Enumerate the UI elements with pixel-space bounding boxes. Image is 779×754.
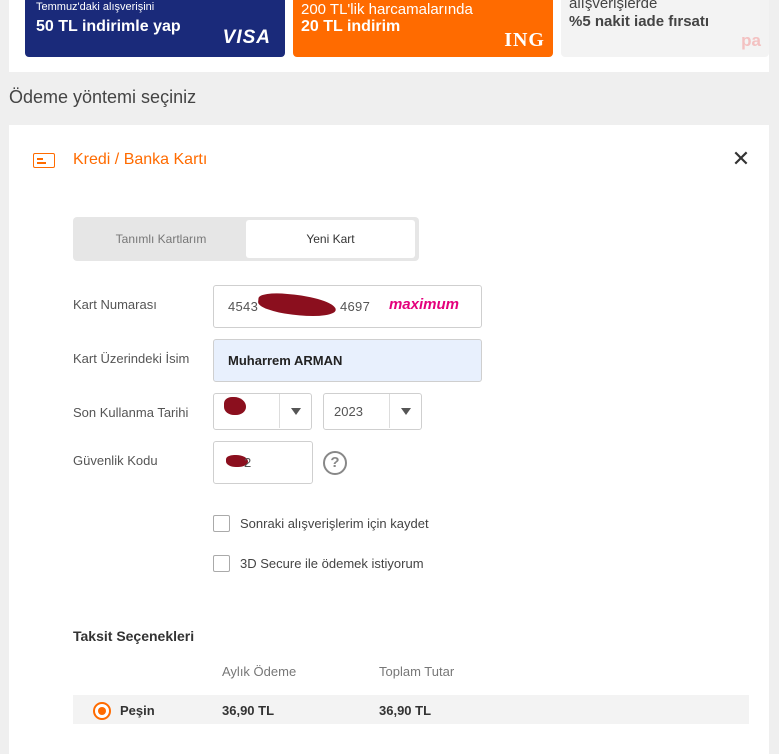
promo-line2: 50 TL indirimle yap <box>36 18 181 35</box>
promo-line1: alışverişlerde <box>569 0 658 12</box>
chevron-down-icon <box>389 394 421 428</box>
cvv-label: Güvenlik Kodu <box>73 453 158 468</box>
section-title: Ödeme yöntemi seçiniz <box>9 87 197 107</box>
redaction-scribble <box>224 397 246 415</box>
card-number-end: 4697 <box>340 299 371 314</box>
card-tabs: Tanımlı Kartlarım Yeni Kart <box>73 217 419 261</box>
promo-card-pa[interactable]: alışverişlerde %5 nakit iade fırsatı pa <box>561 0 769 57</box>
promo-line1: 200 TL'lik harcamalarında <box>301 1 473 18</box>
close-icon[interactable]: ✕ <box>731 148 751 170</box>
tab-saved-cards[interactable]: Tanımlı Kartlarım <box>76 220 246 258</box>
expiry-label: Son Kullanma Tarihi <box>73 405 189 420</box>
expiry-year-value: 2023 <box>334 404 363 419</box>
chevron-down-icon <box>279 394 311 428</box>
name-label: Kart Üzerindeki İsim <box>73 351 190 366</box>
save-card-label[interactable]: Sonraki alışverişlerim için kaydet <box>240 516 429 531</box>
expiry-month-select[interactable] <box>213 393 312 430</box>
column-header-total: Toplam Tutar <box>379 664 455 679</box>
column-header-monthly: Aylık Ödeme <box>222 664 297 679</box>
card-number-start: 4543 <box>228 299 259 314</box>
cvv-value: 2 <box>244 455 252 470</box>
cardholder-name-input[interactable]: Muharrem ARMAN <box>213 339 482 382</box>
maximum-logo: maximum <box>388 296 459 313</box>
installment-label: Peşin <box>120 703 155 718</box>
cardholder-name-value: Muharrem ARMAN <box>228 353 343 368</box>
cvv-input[interactable]: 2 <box>213 441 313 484</box>
card-number-input[interactable]: 4543 4697 maximum <box>213 285 482 328</box>
help-icon[interactable]: ? <box>323 451 347 475</box>
installment-total: 36,90 TL <box>379 703 432 718</box>
card-number-label: Kart Numarası <box>73 297 157 312</box>
ing-logo: ING <box>504 29 545 51</box>
expiry-year-select[interactable]: 2023 <box>323 393 422 430</box>
promo-card-ing[interactable]: 200 TL'lik harcamalarında 20 TL indirim … <box>293 0 553 57</box>
redaction-scribble <box>257 290 337 320</box>
3d-secure-label[interactable]: 3D Secure ile ödemek istiyorum <box>240 556 424 571</box>
tab-new-card[interactable]: Yeni Kart <box>246 220 415 258</box>
pa-logo: pa <box>741 31 761 50</box>
promo-line2: %5 nakit iade fırsatı <box>569 13 710 30</box>
promo-card-visa[interactable]: Temmuz'daki alışverişini 50 TL indirimle… <box>25 0 285 57</box>
panel-title: Kredi / Banka Kartı <box>73 151 208 168</box>
3d-secure-checkbox[interactable] <box>213 555 230 572</box>
installment-row[interactable]: Peşin 36,90 TL 36,90 TL <box>73 695 749 724</box>
panel-header[interactable]: Kredi / Banka Kartı ✕ <box>9 125 769 195</box>
credit-card-icon <box>33 153 55 168</box>
installment-radio[interactable] <box>93 702 111 720</box>
promo-line1: Temmuz'daki alışverişini <box>36 1 155 13</box>
installment-monthly: 36,90 TL <box>222 703 275 718</box>
installments-title: Taksit Seçenekleri <box>73 628 195 644</box>
promo-line2: 20 TL indirim <box>301 18 401 35</box>
visa-logo: VISA <box>222 27 271 48</box>
save-card-checkbox[interactable] <box>213 515 230 532</box>
payment-panel: Kredi / Banka Kartı ✕ Tanımlı Kartlarım … <box>9 125 769 754</box>
